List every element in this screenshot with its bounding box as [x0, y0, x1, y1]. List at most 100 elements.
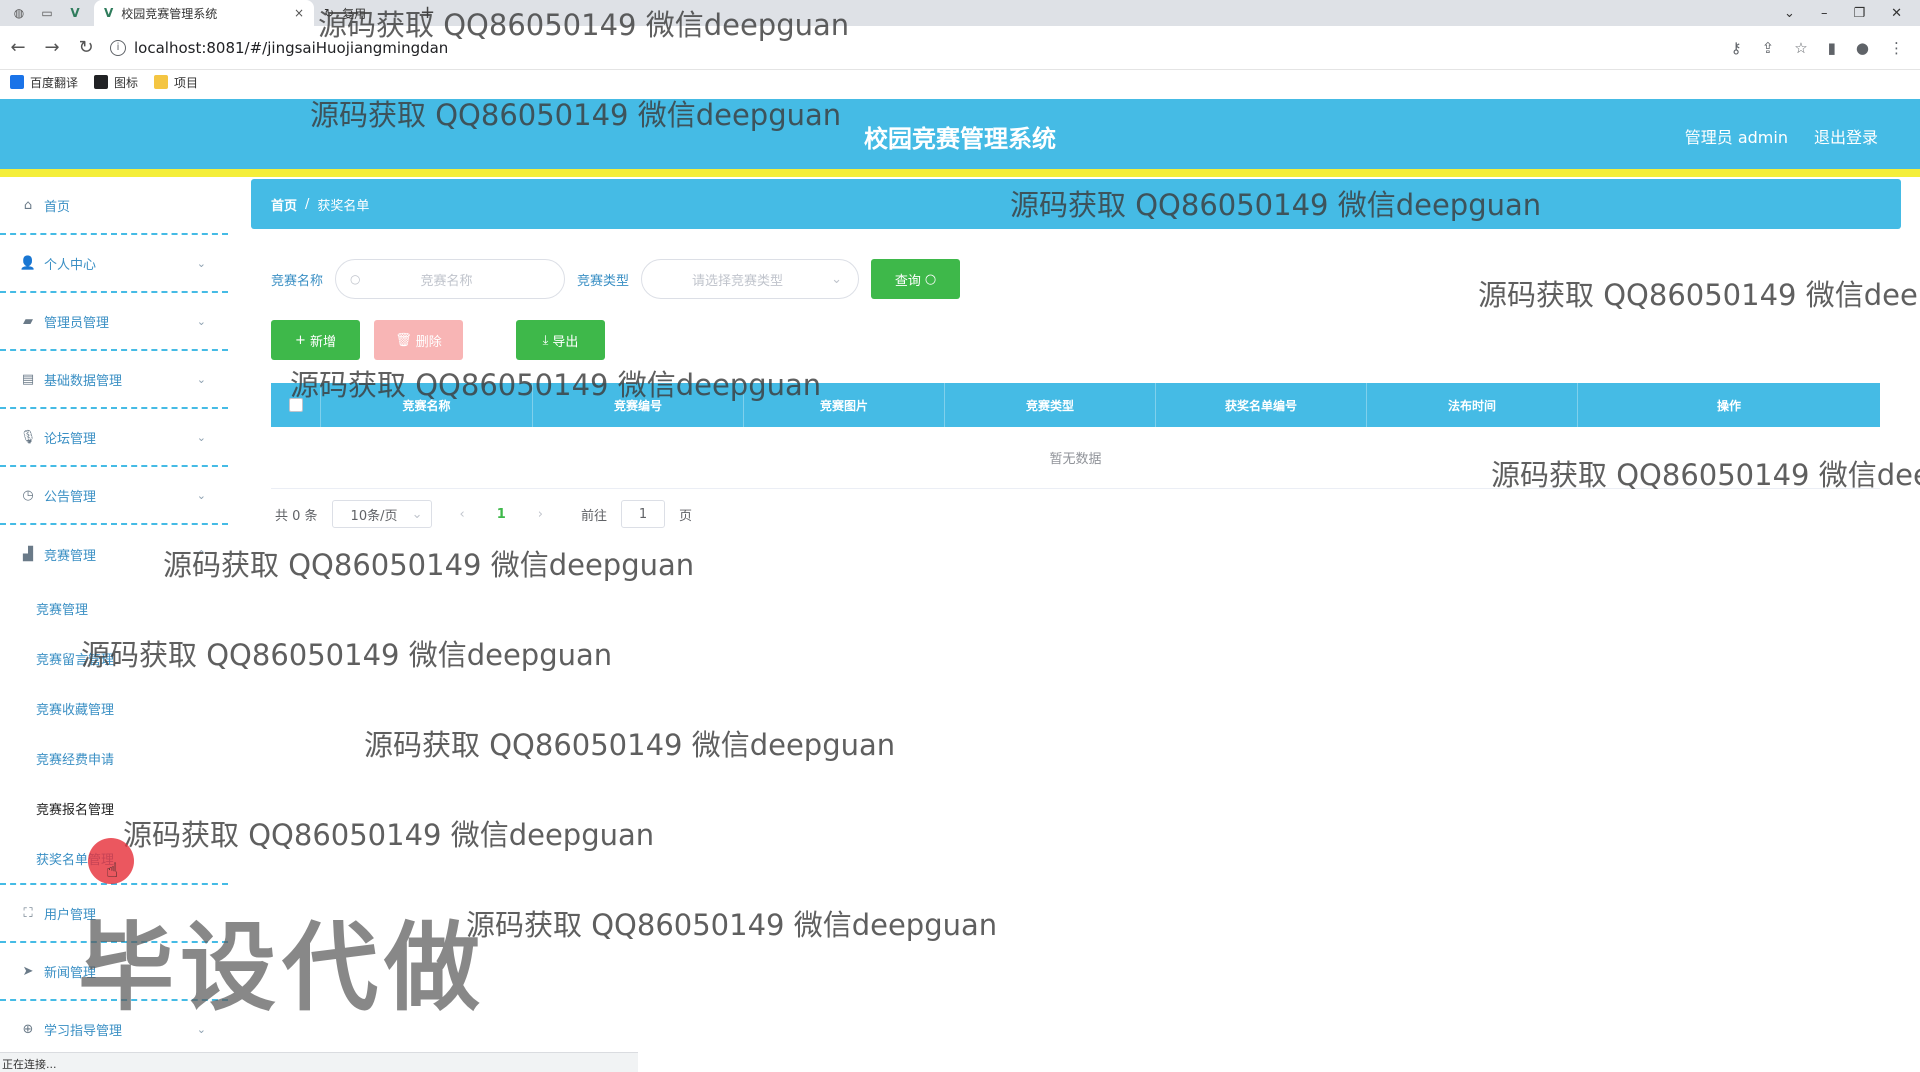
delete-button-label: 删除	[415, 334, 442, 350]
restore-icon[interactable]: ❐	[1853, 6, 1865, 21]
bookmark-baidu-fanyi[interactable]: 百度翻译	[10, 74, 78, 91]
action-spacer	[477, 320, 502, 360]
sidebar-item-home[interactable]: ⌂ 首页	[0, 177, 228, 235]
pagination-total: 共 0 条	[275, 508, 318, 524]
submenu-item-favorites[interactable]: 竞赛收藏管理	[0, 683, 228, 733]
chevron-down-icon: ⌄	[196, 314, 206, 328]
watermark-text: 源码获取 QQ86050149 微信deepguan	[1491, 458, 1920, 492]
info-icon[interactable]: i	[110, 39, 126, 56]
folder-icon	[154, 75, 169, 89]
bookmark-icons[interactable]: 图标	[94, 74, 138, 91]
reload-icon[interactable]: ↻	[76, 37, 96, 58]
tab-search-icon[interactable]: ⌄	[1784, 6, 1795, 21]
window-controls: ⌄ – ❐ ✕	[1766, 0, 1920, 26]
minimize-icon[interactable]: –	[1821, 6, 1828, 21]
watermark-text: 源码获取 QQ86050149 微信deepguan	[364, 728, 896, 762]
goto-page-input[interactable]: 1	[621, 500, 666, 528]
tab-strip-icons: ◍ ▭ V	[0, 0, 94, 26]
back-icon[interactable]: ←	[8, 37, 28, 58]
prev-page-icon[interactable]: ‹	[460, 507, 465, 522]
vue-favicon-icon: V	[104, 6, 114, 20]
globe-icon[interactable]: ◍	[10, 4, 28, 22]
share-icon[interactable]: ⇪	[1762, 39, 1775, 57]
sidebar-item-label: 论坛管理	[44, 431, 97, 447]
column-header[interactable]: 获奖名单编号	[1156, 383, 1367, 427]
hand-cursor-icon: ☝	[106, 858, 119, 882]
competition-type-select[interactable]: 请选择竞赛类型 ⌄	[641, 259, 860, 299]
submenu-item-funding[interactable]: 竞赛经费申请	[0, 733, 228, 783]
mic-icon: 🎙	[19, 429, 37, 445]
image-icon	[94, 75, 109, 89]
sidebar-item-admins[interactable]: ▰ 管理员管理 ⌄	[0, 293, 228, 351]
sidebar-item-basic-data[interactable]: ▤ 基础数据管理 ⌄	[0, 351, 228, 409]
watermark-text: 源码获取 QQ86050149 微信deepguan	[466, 908, 998, 942]
sidebar-item-forum[interactable]: 🎙 论坛管理 ⌄	[0, 409, 228, 467]
submenu-item-competition[interactable]: 竞赛管理	[0, 583, 228, 633]
sidebar-item-label: 基础数据管理	[44, 373, 123, 389]
watermark-text: 源码获取 QQ86050149 微信deepguan	[318, 8, 850, 42]
watermark-big: 毕设代做	[78, 912, 486, 1024]
watermark-text: 源码获取 QQ86050149 微信deepguan	[81, 638, 613, 672]
browser-tab-active[interactable]: V 校园竞赛管理系统 ×	[94, 0, 314, 26]
app-title: 校园竞赛管理系统	[864, 125, 1056, 153]
admin-icon: ▰	[23, 313, 33, 329]
address-bar-actions: ⚷ ⇪ ☆ ▮ ● ⋮	[1731, 39, 1912, 57]
header-user-area: 管理员 admin 退出登录	[1685, 124, 1878, 148]
current-page-number[interactable]: 1	[497, 507, 506, 522]
bookmark-label: 图标	[114, 75, 139, 90]
add-button[interactable]: + 新增	[271, 320, 360, 360]
close-window-icon[interactable]: ✕	[1891, 6, 1902, 21]
chevron-down-icon: ⌄	[196, 488, 206, 502]
vue-icon[interactable]: V	[66, 4, 84, 22]
next-page-icon[interactable]: ›	[538, 507, 543, 522]
profile-icon[interactable]: ●	[1856, 39, 1869, 57]
export-button[interactable]: ⤓ 导出	[516, 320, 605, 360]
fullscreen-icon: ⛶	[23, 905, 33, 921]
home-icon: ⌂	[23, 197, 33, 213]
compass-icon: ⊕	[22, 1021, 34, 1037]
column-header[interactable]: 法布时间	[1367, 383, 1578, 427]
sidebar-item-label: 管理员管理	[44, 315, 110, 331]
bookmark-project[interactable]: 项目	[154, 74, 198, 91]
delete-button[interactable]: 🗑 删除	[374, 320, 463, 360]
forward-icon[interactable]: →	[42, 37, 62, 58]
star-icon[interactable]: ☆	[1794, 39, 1807, 57]
sidebar-item-notice[interactable]: ◷ 公告管理 ⌄	[0, 467, 228, 525]
logout-link[interactable]: 退出登录	[1814, 124, 1878, 148]
address-bar: ← → ↻ i localhost:8081/#/jingsaiHuojiang…	[0, 26, 1920, 70]
pagination: 共 0 条 10条/页 ⌄ ‹ 1 › 前往 1 页	[275, 500, 692, 528]
column-header[interactable]: 竞赛类型	[945, 383, 1156, 427]
action-bar: + 新增 🗑 删除 ⤓ 导出	[271, 320, 605, 360]
translate-icon	[10, 75, 24, 89]
kebab-menu-icon[interactable]: ⋮	[1889, 39, 1904, 57]
competition-name-input[interactable]: ○ 竞赛名称	[335, 259, 566, 299]
competition-name-placeholder: 竞赛名称	[420, 273, 473, 289]
tab-title: 校园竞赛管理系统	[121, 6, 218, 21]
page-size-value: 10条/页	[350, 508, 398, 524]
column-header[interactable]: 操作	[1578, 383, 1880, 427]
bookmark-label: 百度翻译	[30, 75, 79, 90]
trash-icon: 🗑	[395, 332, 412, 348]
breadcrumb-current: 获奖名单	[317, 198, 370, 214]
page-size-select[interactable]: 10条/页 ⌄	[331, 500, 432, 528]
query-button-label: 查询	[894, 273, 921, 289]
app-header: 校园竞赛管理系统 管理员 admin 退出登录	[0, 99, 1920, 177]
sidebar-item-label: 个人中心	[44, 257, 97, 273]
page-suffix: 页	[679, 508, 693, 524]
sidebar-item-profile[interactable]: 👤 个人中心 ⌄	[0, 235, 228, 293]
search-icon: ○	[924, 271, 937, 287]
watermark-text: 源码获取 QQ86050149 微信deepguan	[123, 818, 655, 852]
key-icon[interactable]: ⚷	[1731, 39, 1742, 57]
plus-icon: +	[295, 332, 306, 348]
query-button[interactable]: 查询 ○	[871, 259, 961, 299]
blank-tab-icon[interactable]: ▭	[38, 4, 56, 22]
tab-close-icon[interactable]: ×	[294, 6, 304, 20]
breadcrumb-home[interactable]: 首页	[271, 195, 297, 214]
competition-type-label: 竞赛类型	[577, 273, 630, 289]
browser-tabbar: ◍ ▭ V V 校园竞赛管理系统 × ↻ 复用 + ⌄ – ❐ ✕	[0, 0, 1920, 26]
browser-status-bar: 正在连接...	[0, 1052, 638, 1072]
download-icon: ⤓	[542, 332, 549, 348]
sidepanel-icon[interactable]: ▮	[1828, 39, 1836, 57]
search-form: 竞赛名称 ○ 竞赛名称 竞赛类型 请选择竞赛类型 ⌄ 查询 ○	[271, 259, 961, 299]
chevron-down-icon: ⌄	[196, 372, 206, 386]
